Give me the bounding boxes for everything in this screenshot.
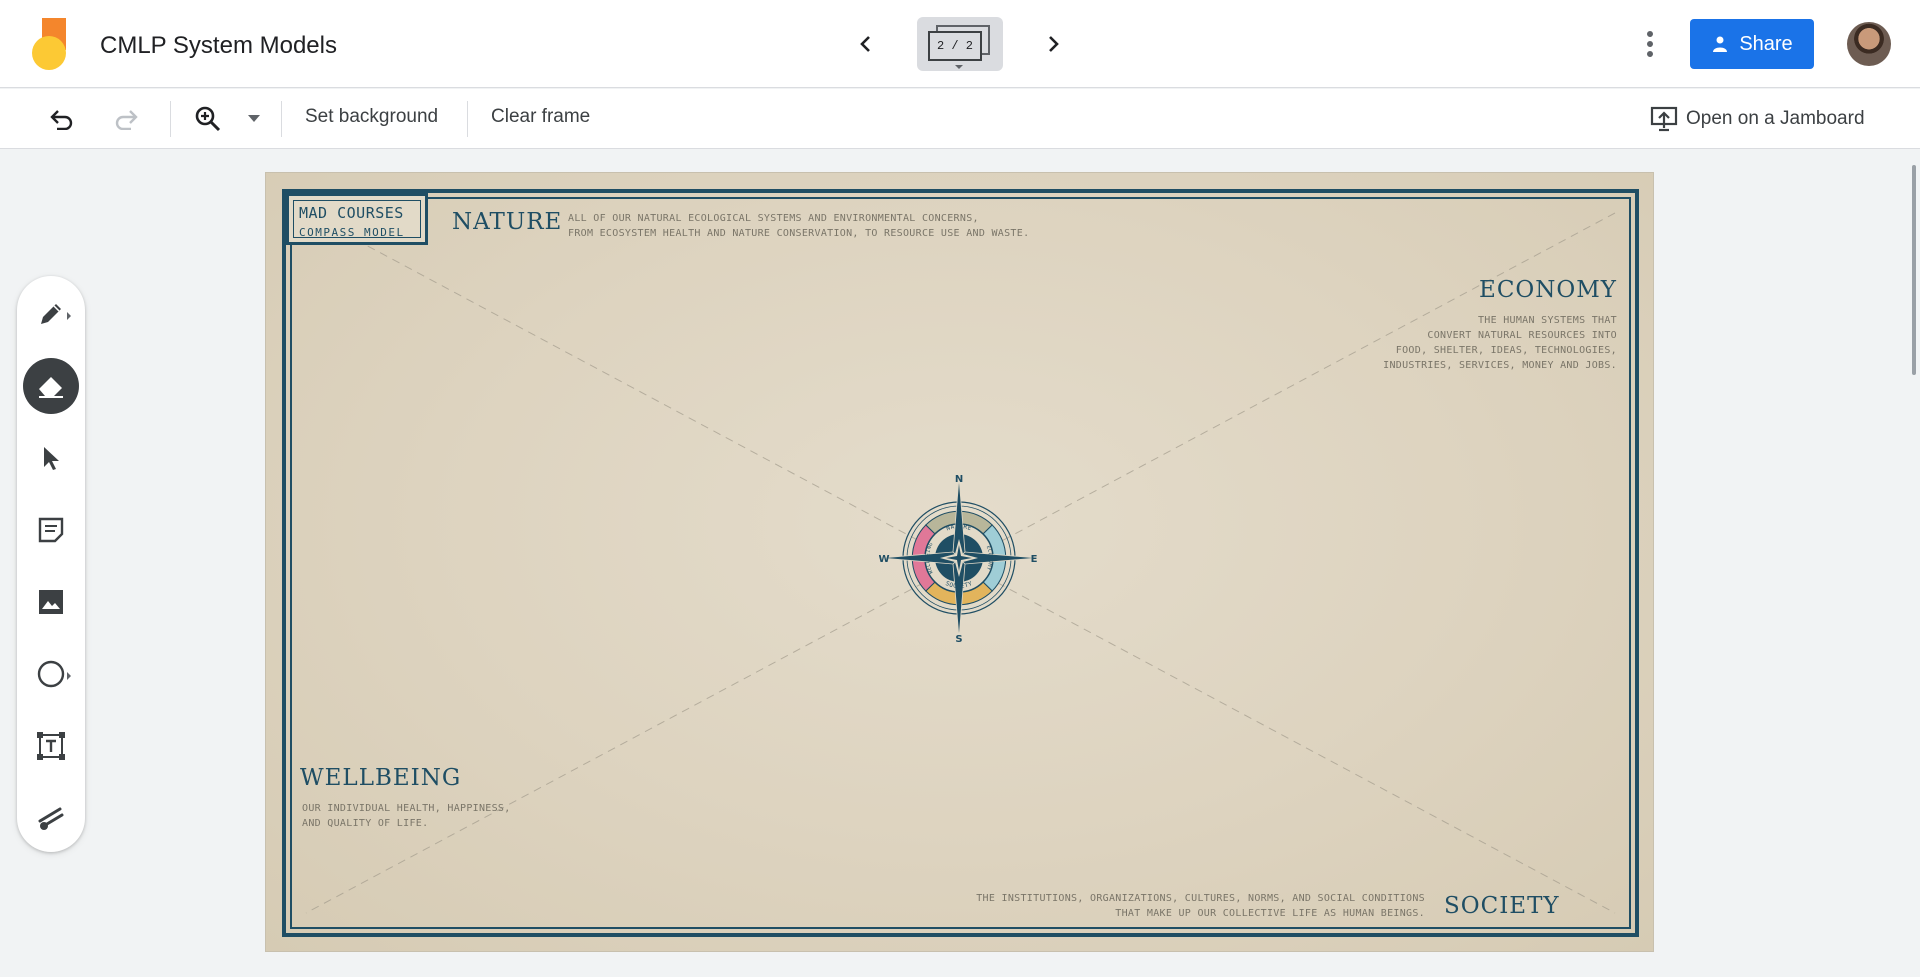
nature-desc-line: FROM ECOSYSTEM HEALTH AND NATURE CONSERV… — [568, 228, 1030, 239]
nature-description: ALL OF OUR NATURAL ECOLOGICAL SYSTEMS AN… — [568, 211, 1029, 241]
toolbar-divider — [467, 101, 468, 137]
text-box-icon — [37, 732, 65, 760]
society-description: THE INSTITUTIONS, ORGANIZATIONS, CULTURE… — [976, 891, 1425, 921]
clear-frame-button[interactable]: Clear frame — [491, 106, 590, 128]
share-label: Share — [1739, 32, 1793, 55]
compass-north-label: N — [955, 474, 963, 485]
economy-desc-line: CONVERT NATURAL RESOURCES INTO — [1427, 330, 1617, 341]
frame-bar-toggle[interactable]: 2 / 2 — [917, 17, 1003, 71]
zoom-button[interactable] — [192, 103, 224, 135]
toolbar-divider — [281, 101, 282, 137]
set-background-button[interactable]: Set background — [305, 106, 438, 128]
image-tool[interactable] — [23, 574, 79, 630]
brand-box: MAD COURSES COMPASS MODEL — [286, 193, 428, 245]
eraser-tool[interactable] — [23, 358, 79, 414]
logo-yellow-circle — [32, 36, 66, 70]
share-button[interactable]: Share — [1690, 19, 1814, 69]
society-desc-line: THAT MAKE UP OUR COLLECTIVE LIFE AS HUMA… — [1115, 908, 1425, 919]
image-icon — [39, 590, 63, 614]
undo-icon — [50, 110, 73, 130]
pen-icon — [41, 304, 61, 324]
select-arrow-icon — [44, 447, 59, 470]
society-desc-line: THE INSTITUTIONS, ORGANIZATIONS, CULTURE… — [976, 893, 1425, 904]
text-box-tool[interactable] — [23, 718, 79, 774]
compass-east-label: E — [1031, 554, 1038, 565]
compass-west-label: W — [879, 554, 890, 565]
wellbeing-heading: WELLBEING — [300, 765, 462, 791]
economy-desc-line: THE HUMAN SYSTEMS THAT — [1477, 315, 1617, 326]
nature-heading: NATURE — [452, 209, 563, 235]
chevron-left-icon — [860, 36, 870, 52]
redo-button[interactable] — [110, 103, 142, 135]
edit-toolbar: Set background Clear frame Open on a Jam… — [0, 89, 1920, 149]
pen-tool[interactable] — [23, 286, 79, 342]
document-title[interactable]: CMLP System Models — [100, 32, 337, 60]
open-on-jamboard-button[interactable]: Open on a Jamboard — [1650, 103, 1865, 135]
wellbeing-description: OUR INDIVIDUAL HEALTH, HAPPINESS, AND QU… — [302, 801, 511, 831]
zoom-dropdown-button[interactable] — [238, 103, 270, 135]
jamboard-logo[interactable] — [30, 18, 70, 72]
compass-rose: NATURE SOCIETY ECONOMY WELLBEING N E S W — [879, 474, 1038, 643]
economy-desc-line: INDUSTRIES, SERVICES, MONEY AND JOBS. — [1383, 360, 1617, 371]
more-options-button[interactable] — [1635, 24, 1665, 64]
brand-name: MAD COURSES — [299, 204, 404, 222]
chevron-right-icon — [1049, 36, 1059, 52]
toolbar-divider — [170, 101, 171, 137]
society-heading: SOCIETY — [1444, 893, 1560, 919]
submenu-arrow-icon — [67, 672, 71, 680]
tool-palette — [17, 276, 85, 852]
laser-icon — [38, 807, 64, 830]
economy-heading: ECONOMY — [1479, 277, 1617, 303]
top-bar: CMLP System Models 2 / 2 Share — [0, 0, 1920, 88]
vertical-scrollbar[interactable] — [1912, 165, 1916, 375]
redo-icon — [115, 110, 138, 130]
frame-counter: 2 / 2 — [928, 31, 982, 61]
zoom-in-icon — [195, 106, 221, 132]
arrow-drop-down-icon — [248, 115, 260, 122]
user-avatar[interactable] — [1847, 22, 1891, 66]
wellbeing-desc-line: AND QUALITY OF LIFE. — [302, 818, 429, 829]
economy-desc-line: FOOD, SHELTER, IDEAS, TECHNOLOGIES, — [1395, 345, 1617, 356]
sticky-note-tool[interactable] — [23, 502, 79, 558]
compass-south-label: S — [955, 634, 962, 643]
submenu-arrow-icon — [67, 312, 71, 320]
circle-icon — [37, 660, 65, 688]
nature-desc-line: ALL OF OUR NATURAL ECOLOGICAL SYSTEMS AN… — [568, 213, 979, 224]
caret-down-icon — [955, 65, 963, 69]
economy-description: THE HUMAN SYSTEMS THAT CONVERT NATURAL R… — [1383, 313, 1617, 373]
wellbeing-desc-line: OUR INDIVIDUAL HEALTH, HAPPINESS, — [302, 803, 511, 814]
eraser-icon — [39, 377, 63, 398]
brand-subtitle: COMPASS MODEL — [299, 226, 405, 239]
laser-tool[interactable] — [23, 790, 79, 846]
jam-frame-canvas[interactable]: MAD COURSES COMPASS MODEL NATURE ALL OF … — [265, 172, 1654, 952]
undo-button[interactable] — [46, 103, 78, 135]
person-add-icon — [1713, 36, 1728, 52]
select-tool[interactable] — [23, 430, 79, 486]
open-on-jamboard-label: Open on a Jamboard — [1686, 108, 1865, 129]
cast-to-device-icon — [1650, 106, 1678, 132]
previous-frame-button[interactable] — [846, 24, 886, 64]
next-frame-button[interactable] — [1033, 24, 1073, 64]
shape-tool[interactable] — [23, 646, 79, 702]
more-vert-icon — [1647, 31, 1653, 57]
sticky-note-icon — [38, 517, 64, 543]
